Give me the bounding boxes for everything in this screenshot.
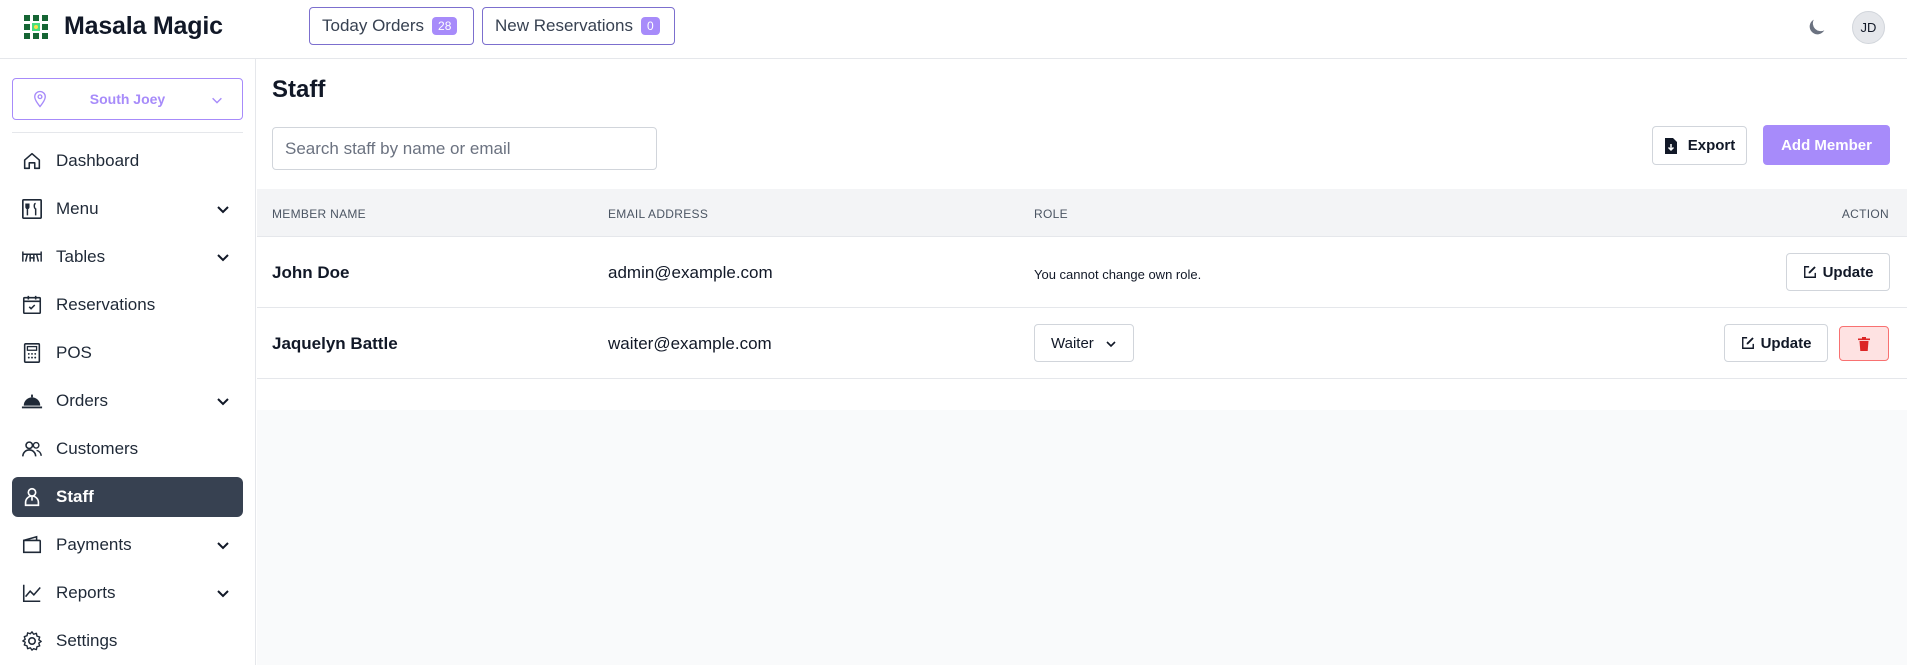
sidebar-item-label: Reports <box>56 583 116 602</box>
today-orders-button[interactable]: Today Orders 28 <box>309 7 474 45</box>
member-email: admin@example.com <box>608 263 773 282</box>
search-input[interactable] <box>272 127 657 170</box>
sidebar-item-label: Dashboard <box>56 151 140 170</box>
wallet-icon <box>22 535 42 554</box>
sidebar-item-dashboard[interactable]: Dashboard <box>12 141 243 181</box>
column-header-role[interactable]: Role <box>1034 207 1068 221</box>
table-row: Jaquelyn Battle waiter@example.com Waite… <box>257 308 1907 379</box>
home-icon <box>23 152 41 170</box>
update-button[interactable]: Update <box>1724 324 1828 362</box>
column-header-email[interactable]: Email Address <box>608 207 708 221</box>
sidebar-item-payments[interactable]: Payments <box>12 525 243 565</box>
new-reservations-label: New Reservations <box>495 16 633 35</box>
export-label: Export <box>1687 137 1736 154</box>
sidebar-item-customers[interactable]: Customers <box>12 429 243 469</box>
table-row: John Doe admin@example.com You cannot ch… <box>257 237 1907 308</box>
page-title: Staff <box>272 76 326 103</box>
sidebar-item-tables[interactable]: Tables <box>12 237 243 277</box>
sidebar-divider <box>12 132 243 133</box>
sidebar: South Joey Dashboard Menu Tables Reserva… <box>0 59 256 665</box>
member-name: John Doe <box>272 263 350 282</box>
role-value: Waiter <box>1051 334 1094 352</box>
avatar[interactable]: JD <box>1852 11 1885 44</box>
brand[interactable]: Masala Magic <box>22 12 223 41</box>
staff-table: Member Name Email Address Role Action Jo… <box>257 189 1907 410</box>
chevron-down-icon[interactable] <box>215 393 231 409</box>
today-orders-count: 28 <box>432 17 458 35</box>
chevron-down-icon <box>1106 341 1116 348</box>
chevron-down-icon[interactable] <box>215 201 231 217</box>
sidebar-item-pos[interactable]: POS <box>12 333 243 373</box>
export-button[interactable]: Export <box>1652 126 1747 165</box>
table-footer <box>257 379 1907 410</box>
edit-icon <box>1803 266 1816 278</box>
edit-icon <box>1741 337 1754 349</box>
sidebar-item-reservations[interactable]: Reservations <box>12 285 243 325</box>
sidebar-item-label: Menu <box>56 199 99 218</box>
users-icon <box>22 441 42 457</box>
sidebar-item-orders[interactable]: Orders <box>12 381 243 421</box>
cloche-icon <box>21 394 43 409</box>
menu-book-icon <box>22 199 42 219</box>
dark-mode-icon[interactable] <box>1806 16 1828 38</box>
sidebar-item-label: Tables <box>56 247 106 266</box>
table-icon <box>22 251 42 262</box>
table-header: Member Name Email Address Role Action <box>257 189 1907 237</box>
chevron-down-icon[interactable] <box>215 537 231 553</box>
role-select[interactable]: Waiter <box>1034 324 1134 362</box>
sidebar-item-staff[interactable]: Staff <box>12 477 243 517</box>
column-header-action: Action <box>1841 207 1889 221</box>
sidebar-item-label: Orders <box>56 391 108 410</box>
calendar-check-icon <box>22 295 42 315</box>
staff-icon <box>24 487 40 507</box>
sidebar-item-label: Settings <box>56 631 118 650</box>
sidebar-item-label: Customers <box>56 439 139 458</box>
member-name: Jaquelyn Battle <box>272 334 398 353</box>
trash-icon <box>1858 336 1870 351</box>
sidebar-item-settings[interactable]: Settings <box>12 621 243 661</box>
today-orders-label: Today Orders <box>322 16 425 35</box>
chevron-down-icon[interactable] <box>215 585 231 601</box>
branch-name: South Joey <box>89 91 166 107</box>
top-bar: Masala Magic Today Orders 28 New Reserva… <box>0 0 1907 59</box>
column-header-member-name[interactable]: Member Name <box>272 207 366 221</box>
page-header: Staff Export Add Member <box>257 59 1907 189</box>
logo-icon <box>24 14 48 39</box>
new-reservations-button[interactable]: New Reservations 0 <box>482 7 675 45</box>
chart-line-icon <box>22 584 41 603</box>
chevron-down-icon[interactable] <box>215 249 231 265</box>
update-button[interactable]: Update <box>1786 253 1890 291</box>
sidebar-item-label: Reservations <box>56 295 156 314</box>
update-label: Update <box>1760 334 1812 352</box>
app-name: Masala Magic <box>64 12 223 40</box>
chevron-down-icon <box>212 97 222 104</box>
sidebar-item-reports[interactable]: Reports <box>12 573 243 613</box>
role-note: You cannot change own role. <box>1034 267 1202 282</box>
file-export-icon <box>1664 137 1677 154</box>
sidebar-item-menu[interactable]: Menu <box>12 189 243 229</box>
branch-selector[interactable]: South Joey <box>12 78 243 120</box>
sidebar-item-label: Payments <box>56 535 132 554</box>
sidebar-item-label: Staff <box>56 487 94 506</box>
pos-terminal-icon <box>23 343 41 363</box>
main-content: Staff Export Add Member Member Name Emai… <box>257 59 1907 665</box>
delete-button[interactable] <box>1839 326 1889 361</box>
member-email: waiter@example.com <box>608 334 772 353</box>
gear-icon <box>22 631 42 651</box>
sidebar-item-label: POS <box>56 343 92 362</box>
update-label: Update <box>1822 263 1874 281</box>
add-member-button[interactable]: Add Member <box>1763 125 1890 165</box>
new-reservations-count: 0 <box>640 17 660 35</box>
